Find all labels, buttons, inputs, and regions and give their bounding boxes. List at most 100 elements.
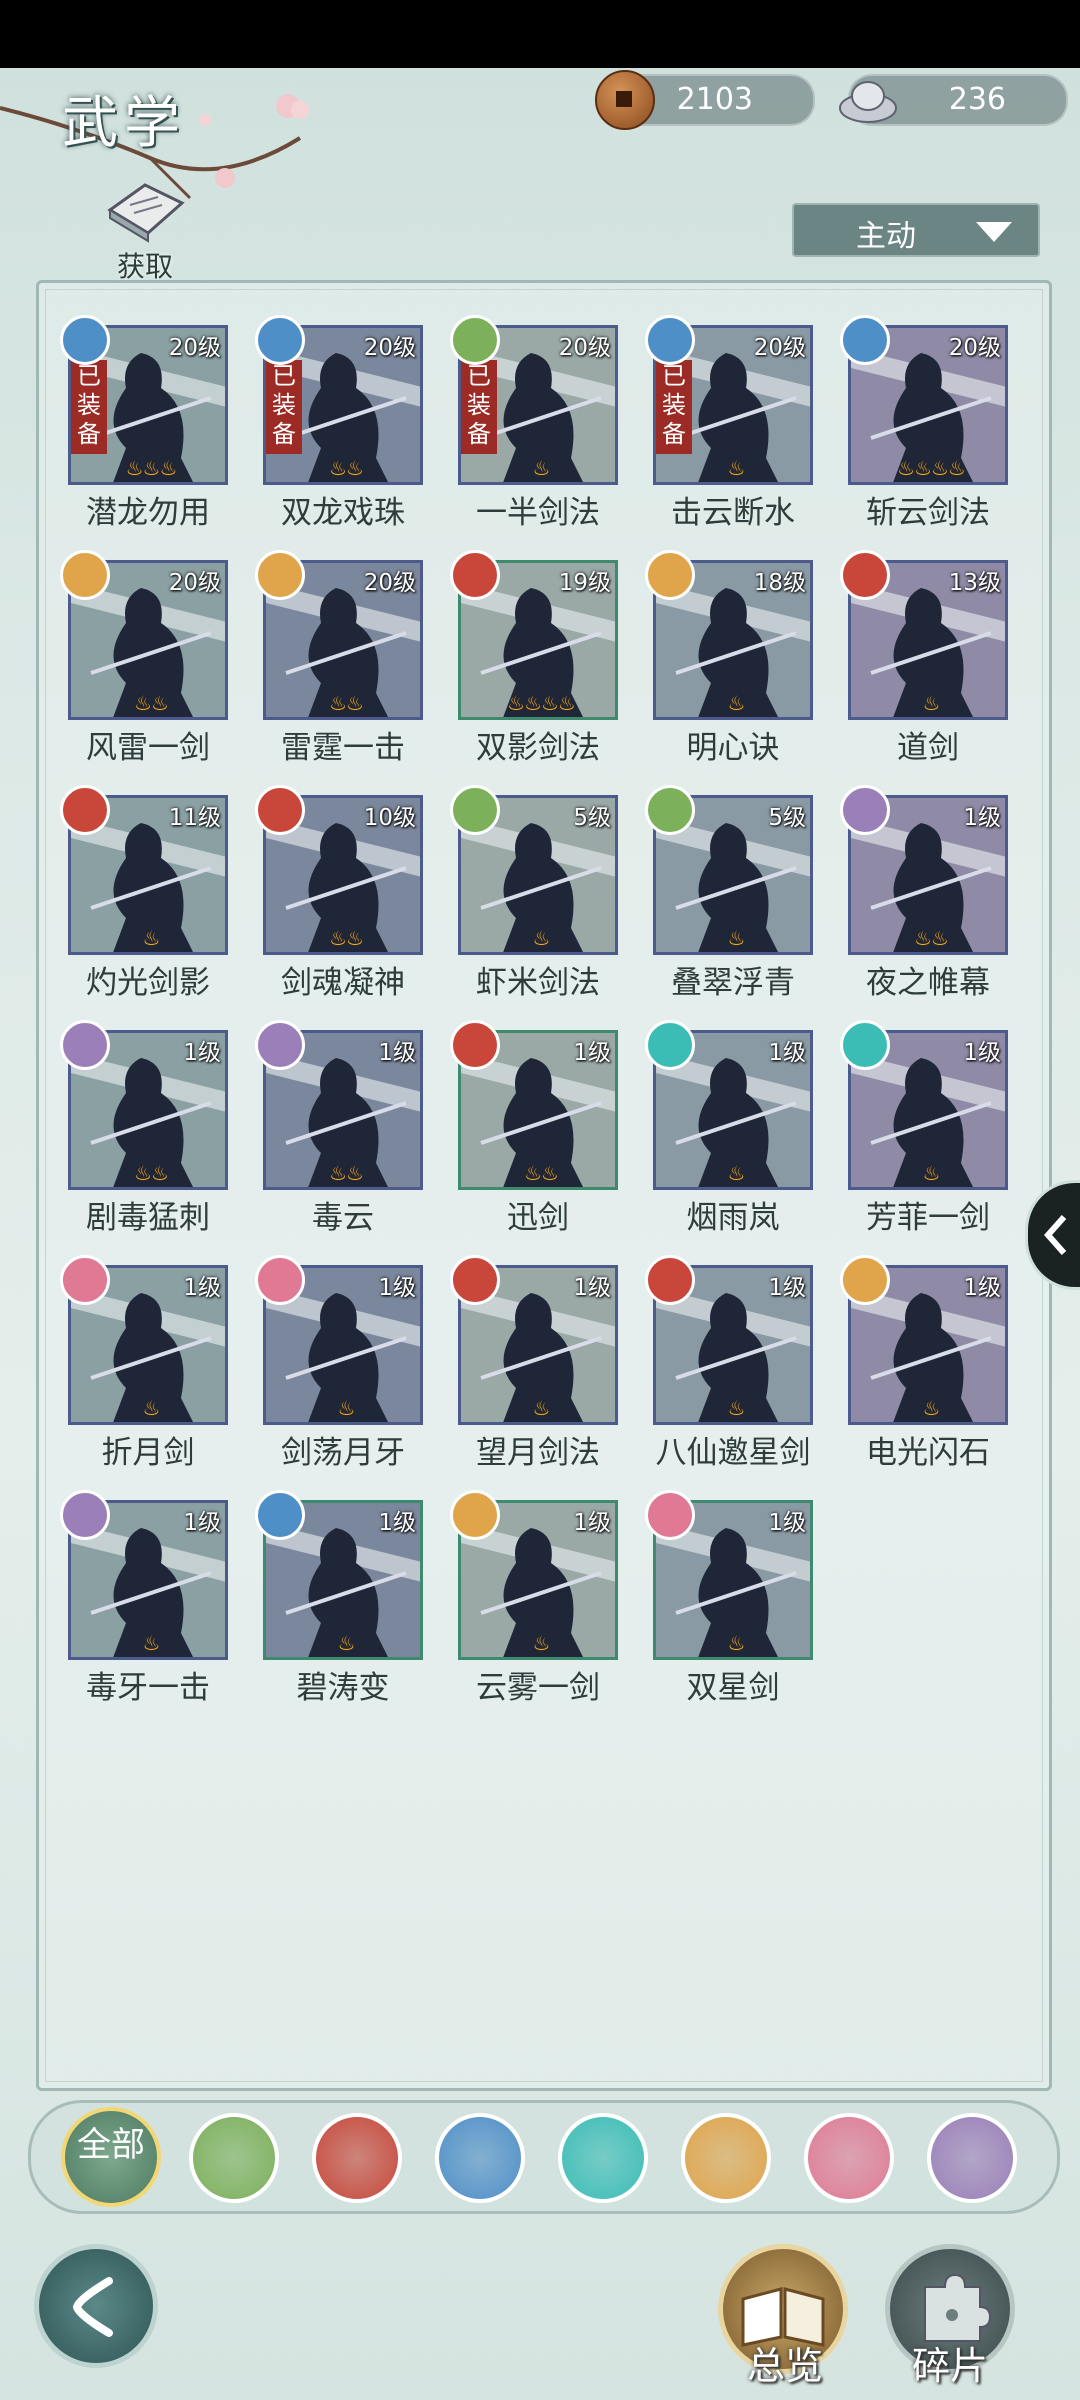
skill-name: 电光闪石 (866, 1435, 990, 1471)
filter-earth-icon[interactable] (681, 2113, 771, 2203)
poison-element-icon (840, 785, 890, 835)
skill-name: 烟雨岚 (686, 1200, 780, 1236)
skill-name: 明心诀 (686, 730, 780, 766)
star-rating-icon: ♨ (922, 691, 941, 715)
wind-element-icon (255, 315, 305, 365)
fire-element-icon (450, 550, 500, 600)
filter-wind-icon[interactable] (435, 2113, 525, 2203)
star-rating-icon: ♨♨♨ (125, 456, 178, 480)
skill-name: 斩云剑法 (866, 495, 990, 531)
skill-name: 剧毒猛刺 (86, 1200, 210, 1236)
butterfly-element-icon (840, 1020, 890, 1070)
star-rating-icon: ♨♨ (134, 1161, 169, 1185)
skill-level: 13级 (948, 570, 1001, 596)
chevron-left-icon (1043, 1215, 1067, 1255)
filter-all-label: 全部 (77, 2125, 145, 2165)
star-rating-icon: ♨ (142, 926, 161, 950)
skill-level: 1级 (573, 1510, 611, 1536)
star-rating-icon: ♨ (532, 1631, 551, 1655)
skill-level: 1级 (768, 1040, 806, 1066)
copper-currency: 2103 (595, 70, 815, 130)
skill-level: 1级 (768, 1510, 806, 1536)
skill-level: 1级 (573, 1275, 611, 1301)
skill-name: 叠翠浮青 (671, 965, 795, 1001)
copper-coin-icon (595, 70, 655, 130)
star-rating-icon: ♨ (727, 1631, 746, 1655)
filter-butterfly-icon[interactable] (558, 2113, 648, 2203)
star-rating-icon: ♨♨ (329, 456, 364, 480)
butterfly-element-icon (645, 1020, 695, 1070)
skill-level: 20级 (753, 335, 806, 361)
fire-element-icon (255, 785, 305, 835)
star-rating-icon: ♨♨♨♨ (897, 456, 966, 480)
fragments-label: 碎片 (911, 2344, 988, 2388)
skill-name: 双影剑法 (476, 730, 600, 766)
star-rating-icon: ♨♨ (134, 691, 169, 715)
fire-element-icon (840, 550, 890, 600)
skill-name: 迅剑 (507, 1200, 569, 1236)
star-rating-icon: ♨ (727, 1161, 746, 1185)
type-filter-dropdown[interactable]: 主动 (792, 203, 1040, 257)
star-rating-icon: ♨ (922, 1161, 941, 1185)
wind-element-icon (60, 315, 110, 365)
equipped-text: 已装备 (77, 362, 101, 448)
skill-name: 芳菲一剑 (866, 1200, 990, 1236)
skill-level: 20级 (948, 335, 1001, 361)
filter-fire-icon[interactable] (312, 2113, 402, 2203)
filter-poison-icon[interactable] (927, 2113, 1017, 2203)
side-expand-tab[interactable] (1025, 1180, 1080, 1290)
star-rating-icon: ♨♨ (329, 691, 364, 715)
earth-element-icon (645, 550, 695, 600)
filter-all-button[interactable]: 全部 (61, 2107, 161, 2207)
skill-name: 灼光剑影 (86, 965, 210, 1001)
skill-level: 1级 (183, 1040, 221, 1066)
wind-element-icon (645, 315, 695, 365)
back-arrow-icon (72, 2277, 113, 2337)
star-rating-icon: ♨ (727, 456, 746, 480)
star-rating-icon: ♨ (532, 1396, 551, 1420)
type-filter-value: 主动 (856, 219, 916, 254)
star-rating-icon: ♨ (727, 926, 746, 950)
moon-element-icon (255, 1255, 305, 1305)
skill-level: 1级 (573, 1040, 611, 1066)
skill-name: 雷霆一击 (281, 730, 405, 766)
skill-name: 八仙邀星剑 (655, 1435, 811, 1471)
skill-level: 10级 (363, 805, 416, 831)
leaf-element-icon (450, 785, 500, 835)
star-rating-icon: ♨♨ (329, 926, 364, 950)
fire-element-icon (450, 1020, 500, 1070)
skill-level: 18级 (753, 570, 806, 596)
equipped-badge: 已装备 (461, 360, 497, 454)
equipped-badge: 已装备 (71, 360, 107, 454)
skill-level: 20级 (363, 335, 416, 361)
skill-level: 20级 (168, 335, 221, 361)
skill-name: 折月剑 (101, 1435, 195, 1471)
skill-level: 1级 (378, 1040, 416, 1066)
skill-level: 20级 (168, 570, 221, 596)
skill-name: 虾米剑法 (476, 965, 600, 1001)
book-icon (107, 183, 185, 243)
star-rating-icon: ♨ (142, 1631, 161, 1655)
wind-element-icon (840, 315, 890, 365)
filter-moon-icon[interactable] (804, 2113, 894, 2203)
skill-level: 5级 (768, 805, 806, 831)
poison-element-icon (60, 1020, 110, 1070)
star-rating-icon: ♨ (727, 691, 746, 715)
skill-level: 1级 (963, 805, 1001, 831)
element-filter-bar: 全部 (28, 2100, 1060, 2214)
leaf-element-icon (450, 315, 500, 365)
skill-level: 1级 (963, 1275, 1001, 1301)
skill-name: 毒云 (312, 1200, 374, 1236)
chevron-down-icon (976, 222, 1012, 242)
fire-element-icon (645, 1255, 695, 1305)
silver-amount: 236 (948, 82, 1006, 117)
overview-label: 总览 (746, 2344, 823, 2388)
skill-name: 双龙戏珠 (281, 495, 405, 531)
filter-leaf-icon[interactable] (189, 2113, 279, 2203)
equipped-text: 已装备 (662, 362, 686, 448)
get-button[interactable]: 获取 (100, 175, 190, 283)
skill-level: 20级 (558, 335, 611, 361)
back-button[interactable] (34, 2244, 158, 2368)
fire-element-icon (60, 785, 110, 835)
skill-level: 1级 (183, 1275, 221, 1301)
